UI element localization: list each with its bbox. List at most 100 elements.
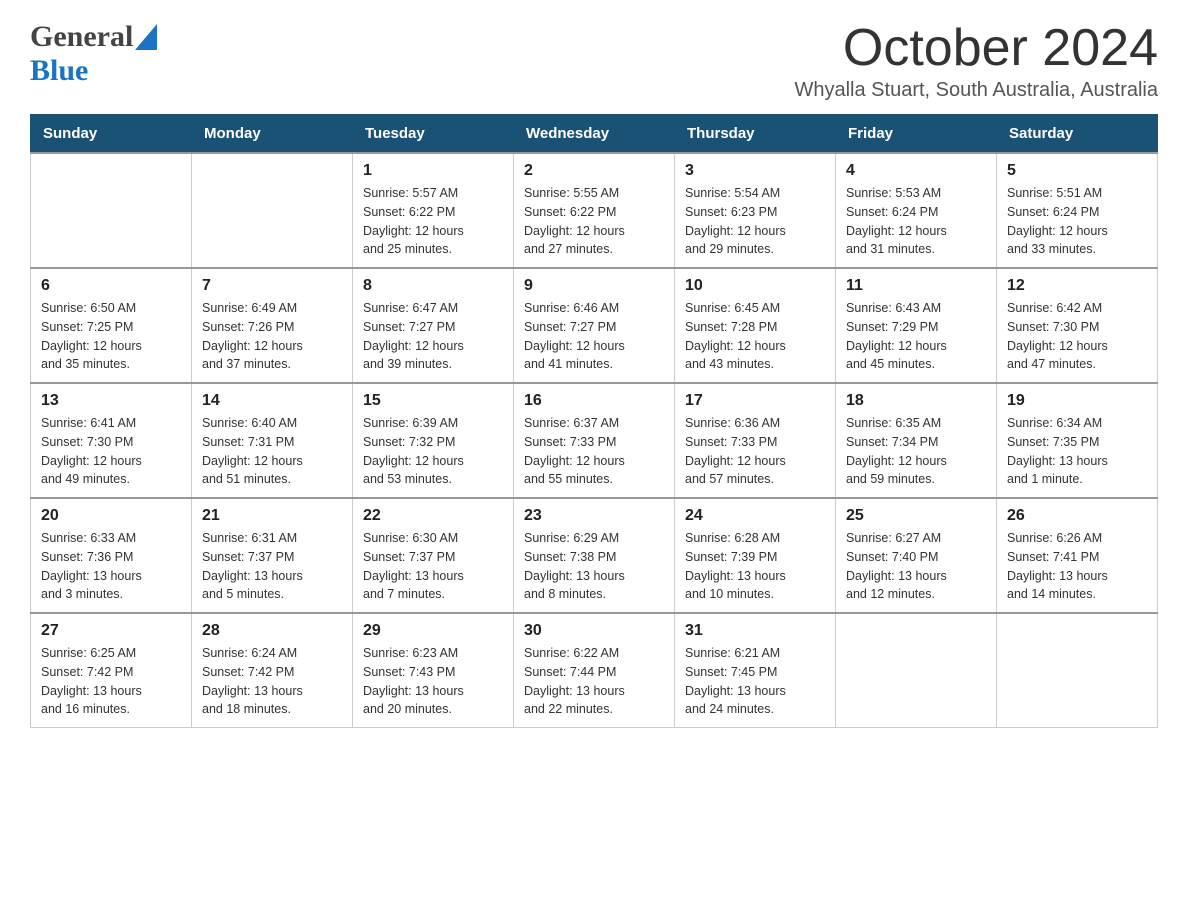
weekday-header-row: SundayMondayTuesdayWednesdayThursdayFrid… bbox=[31, 115, 1158, 154]
calendar-cell: 8Sunrise: 6:47 AM Sunset: 7:27 PM Daylig… bbox=[353, 268, 514, 383]
day-number: 1 bbox=[363, 162, 503, 180]
calendar-cell: 16 Sunrise: 6:37 AM Sunset: 7:33 PM Dayli… bbox=[514, 383, 675, 498]
day-info: Sunrise: 5:57 AM Sunset: 6:22 PM Dayligh… bbox=[363, 184, 503, 259]
day-number: 20 bbox=[41, 507, 181, 525]
day-info: Sunrise: 5:55 AM Sunset: 6:22 PM Dayligh… bbox=[524, 184, 664, 259]
logo-blue: Blue bbox=[30, 54, 88, 87]
day-number: 31 bbox=[685, 622, 825, 640]
day-info: Sunrise: 5:51 AM Sunset: 6:24 PM Dayligh… bbox=[1007, 184, 1147, 259]
calendar-cell bbox=[997, 613, 1158, 728]
day-number: 17 bbox=[685, 392, 825, 410]
day-info: Sunrise: 6:28 AM Sunset: 7:39 PM Dayligh… bbox=[685, 529, 825, 604]
day-number: 16 bbox=[524, 392, 664, 410]
weekday-header-tuesday: Tuesday bbox=[353, 115, 514, 154]
calendar-cell: 18 Sunrise: 6:35 AM Sunset: 7:34 PM Dayli… bbox=[836, 383, 997, 498]
calendar-cell: 22 Sunrise: 6:30 AM Sunset: 7:37 PM Dayli… bbox=[353, 498, 514, 613]
day-number: 13 bbox=[41, 392, 181, 410]
day-number: 6 bbox=[41, 277, 181, 295]
logo: General bbox=[30, 20, 159, 54]
day-info: Sunrise: 6:42 AM Sunset: 7:30 PM Dayligh… bbox=[1007, 299, 1147, 374]
day-info: Sunrise: 6:25 AM Sunset: 7:42 PM Dayligh… bbox=[41, 644, 181, 719]
day-number: 28 bbox=[202, 622, 342, 640]
logo-triangle-icon bbox=[135, 24, 157, 50]
day-number: 14 bbox=[202, 392, 342, 410]
day-number: 29 bbox=[363, 622, 503, 640]
weekday-header-friday: Friday bbox=[836, 115, 997, 154]
calendar-cell: 9Sunrise: 6:46 AM Sunset: 7:27 PM Daylig… bbox=[514, 268, 675, 383]
calendar-cell: 23 Sunrise: 6:29 AM Sunset: 7:38 PM Dayli… bbox=[514, 498, 675, 613]
day-number: 12 bbox=[1007, 277, 1147, 295]
calendar-cell: 4Sunrise: 5:53 AM Sunset: 6:24 PM Daylig… bbox=[836, 153, 997, 268]
calendar-cell: 30 Sunrise: 6:22 AM Sunset: 7:44 PM Dayli… bbox=[514, 613, 675, 728]
calendar-cell: 6Sunrise: 6:50 AM Sunset: 7:25 PM Daylig… bbox=[31, 268, 192, 383]
day-info: Sunrise: 6:41 AM Sunset: 7:30 PM Dayligh… bbox=[41, 414, 181, 489]
day-number: 10 bbox=[685, 277, 825, 295]
week-row-2: 6Sunrise: 6:50 AM Sunset: 7:25 PM Daylig… bbox=[31, 268, 1158, 383]
day-number: 18 bbox=[846, 392, 986, 410]
day-number: 19 bbox=[1007, 392, 1147, 410]
day-info: Sunrise: 6:36 AM Sunset: 7:33 PM Dayligh… bbox=[685, 414, 825, 489]
day-info: Sunrise: 6:37 AM Sunset: 7:33 PM Dayligh… bbox=[524, 414, 664, 489]
calendar-cell: 17 Sunrise: 6:36 AM Sunset: 7:33 PM Dayli… bbox=[675, 383, 836, 498]
day-number: 24 bbox=[685, 507, 825, 525]
day-info: Sunrise: 6:30 AM Sunset: 7:37 PM Dayligh… bbox=[363, 529, 503, 604]
day-info: Sunrise: 6:22 AM Sunset: 7:44 PM Dayligh… bbox=[524, 644, 664, 719]
day-number: 15 bbox=[363, 392, 503, 410]
day-info: Sunrise: 6:24 AM Sunset: 7:42 PM Dayligh… bbox=[202, 644, 342, 719]
calendar-subtitle: Whyalla Stuart, South Australia, Austral… bbox=[794, 79, 1158, 102]
week-row-5: 27 Sunrise: 6:25 AM Sunset: 7:42 PM Dayli… bbox=[31, 613, 1158, 728]
calendar-cell: 20 Sunrise: 6:33 AM Sunset: 7:36 PM Dayli… bbox=[31, 498, 192, 613]
day-info: Sunrise: 5:53 AM Sunset: 6:24 PM Dayligh… bbox=[846, 184, 986, 259]
day-info: Sunrise: 5:54 AM Sunset: 6:23 PM Dayligh… bbox=[685, 184, 825, 259]
calendar-cell: 29 Sunrise: 6:23 AM Sunset: 7:43 PM Dayli… bbox=[353, 613, 514, 728]
calendar-cell: 14 Sunrise: 6:40 AM Sunset: 7:31 PM Dayli… bbox=[192, 383, 353, 498]
day-number: 3 bbox=[685, 162, 825, 180]
calendar-cell: 27 Sunrise: 6:25 AM Sunset: 7:42 PM Dayli… bbox=[31, 613, 192, 728]
calendar-cell bbox=[192, 153, 353, 268]
calendar-cell: 11 Sunrise: 6:43 AM Sunset: 7:29 PM Dayli… bbox=[836, 268, 997, 383]
logo-general: General bbox=[30, 20, 133, 54]
day-info: Sunrise: 6:21 AM Sunset: 7:45 PM Dayligh… bbox=[685, 644, 825, 719]
day-info: Sunrise: 6:29 AM Sunset: 7:38 PM Dayligh… bbox=[524, 529, 664, 604]
weekday-header-saturday: Saturday bbox=[997, 115, 1158, 154]
day-info: Sunrise: 6:43 AM Sunset: 7:29 PM Dayligh… bbox=[846, 299, 986, 374]
day-number: 11 bbox=[846, 277, 986, 295]
page-header: General Blue October 2024 Whyalla Stuart… bbox=[30, 20, 1158, 102]
day-info: Sunrise: 6:23 AM Sunset: 7:43 PM Dayligh… bbox=[363, 644, 503, 719]
title-area: October 2024 Whyalla Stuart, South Austr… bbox=[794, 20, 1158, 102]
day-info: Sunrise: 6:49 AM Sunset: 7:26 PM Dayligh… bbox=[202, 299, 342, 374]
calendar-cell: 26Sunrise: 6:26 AM Sunset: 7:41 PM Dayli… bbox=[997, 498, 1158, 613]
logo-blue-text: Blue bbox=[30, 54, 88, 88]
day-number: 21 bbox=[202, 507, 342, 525]
calendar-cell: 15Sunrise: 6:39 AM Sunset: 7:32 PM Dayli… bbox=[353, 383, 514, 498]
week-row-4: 20 Sunrise: 6:33 AM Sunset: 7:36 PM Dayli… bbox=[31, 498, 1158, 613]
day-number: 27 bbox=[41, 622, 181, 640]
day-number: 25 bbox=[846, 507, 986, 525]
calendar-cell: 1 Sunrise: 5:57 AM Sunset: 6:22 PM Daylig… bbox=[353, 153, 514, 268]
day-number: 22 bbox=[363, 507, 503, 525]
day-info: Sunrise: 6:34 AM Sunset: 7:35 PM Dayligh… bbox=[1007, 414, 1147, 489]
weekday-header-sunday: Sunday bbox=[31, 115, 192, 154]
weekday-header-thursday: Thursday bbox=[675, 115, 836, 154]
day-number: 7 bbox=[202, 277, 342, 295]
day-info: Sunrise: 6:33 AM Sunset: 7:36 PM Dayligh… bbox=[41, 529, 181, 604]
day-number: 23 bbox=[524, 507, 664, 525]
calendar-cell: 13 Sunrise: 6:41 AM Sunset: 7:30 PM Dayli… bbox=[31, 383, 192, 498]
day-info: Sunrise: 6:40 AM Sunset: 7:31 PM Dayligh… bbox=[202, 414, 342, 489]
day-number: 30 bbox=[524, 622, 664, 640]
day-info: Sunrise: 6:27 AM Sunset: 7:40 PM Dayligh… bbox=[846, 529, 986, 604]
day-number: 8 bbox=[363, 277, 503, 295]
calendar-cell: 21 Sunrise: 6:31 AM Sunset: 7:37 PM Dayli… bbox=[192, 498, 353, 613]
calendar-cell: 2Sunrise: 5:55 AM Sunset: 6:22 PM Daylig… bbox=[514, 153, 675, 268]
logo-area: General Blue bbox=[30, 20, 159, 88]
calendar-cell: 5Sunrise: 5:51 AM Sunset: 6:24 PM Daylig… bbox=[997, 153, 1158, 268]
day-info: Sunrise: 6:45 AM Sunset: 7:28 PM Dayligh… bbox=[685, 299, 825, 374]
day-info: Sunrise: 6:35 AM Sunset: 7:34 PM Dayligh… bbox=[846, 414, 986, 489]
week-row-3: 13 Sunrise: 6:41 AM Sunset: 7:30 PM Dayli… bbox=[31, 383, 1158, 498]
calendar-cell: 25 Sunrise: 6:27 AM Sunset: 7:40 PM Dayli… bbox=[836, 498, 997, 613]
calendar-cell bbox=[836, 613, 997, 728]
calendar-cell: 28 Sunrise: 6:24 AM Sunset: 7:42 PM Dayli… bbox=[192, 613, 353, 728]
weekday-header-wednesday: Wednesday bbox=[514, 115, 675, 154]
calendar-cell: 7 Sunrise: 6:49 AM Sunset: 7:26 PM Daylig… bbox=[192, 268, 353, 383]
day-info: Sunrise: 6:31 AM Sunset: 7:37 PM Dayligh… bbox=[202, 529, 342, 604]
